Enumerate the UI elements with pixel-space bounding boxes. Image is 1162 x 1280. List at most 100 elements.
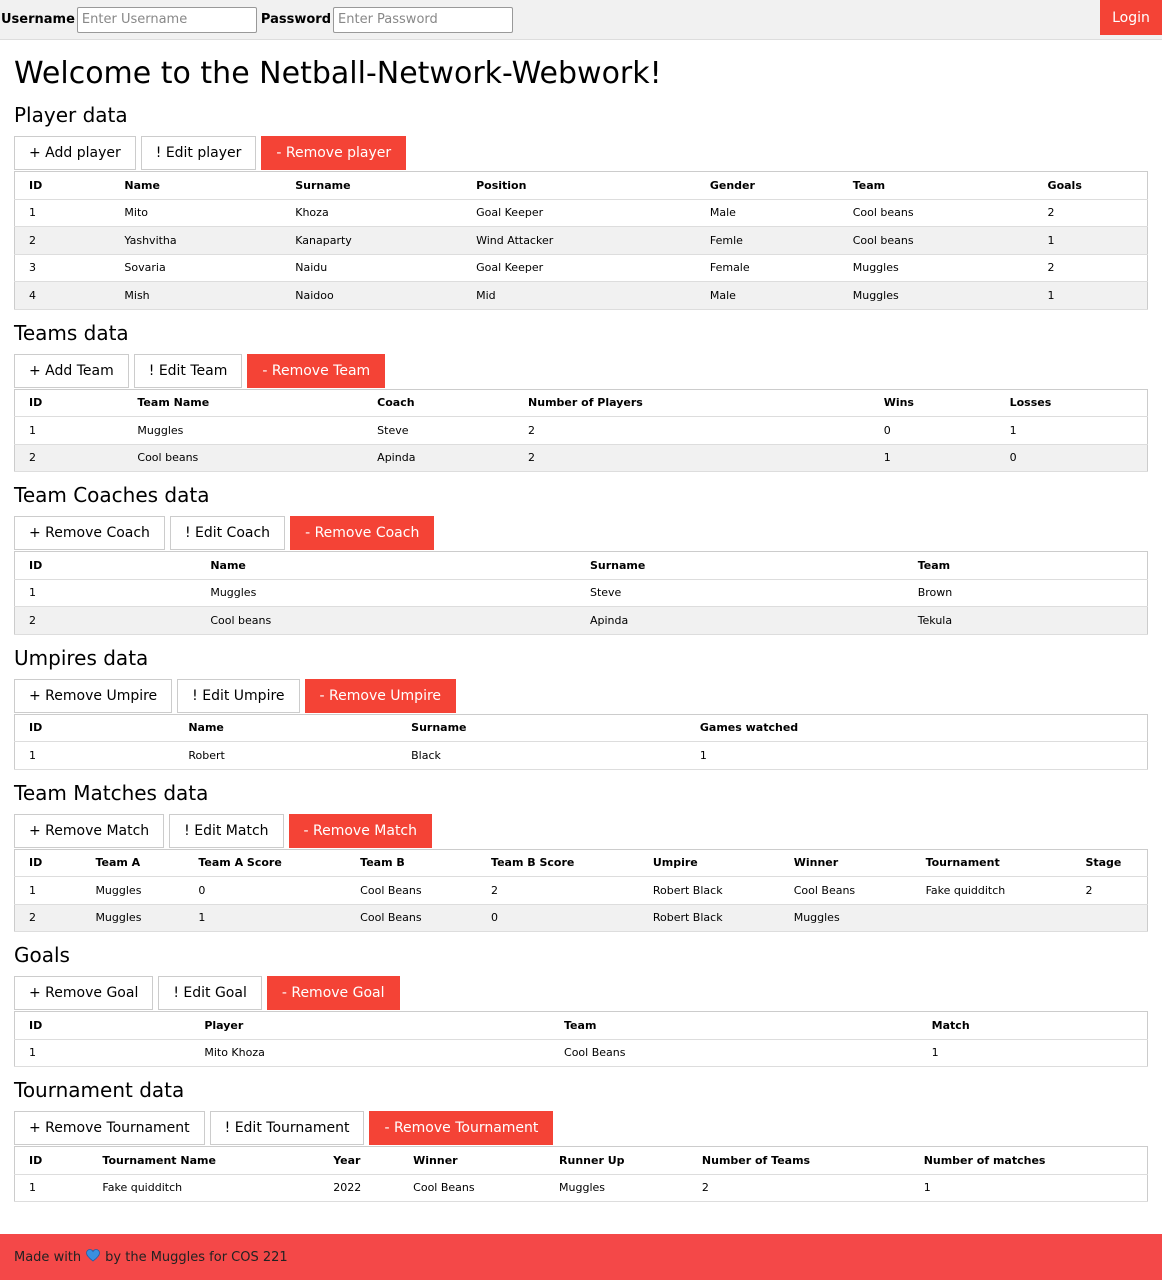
section-umpires: Umpires data + Remove Umpire! Edit Umpire… (14, 635, 1148, 770)
matches-edit-button[interactable]: ! Edit Match (169, 813, 284, 848)
tournaments-add-button[interactable]: + Remove Tournament (14, 1111, 205, 1145)
table-cell: 1 (198, 911, 206, 925)
column-header: Name (188, 721, 224, 735)
players-remove-button[interactable]: - Remove player (261, 136, 407, 170)
teams-remove-button[interactable]: - Remove Team (247, 353, 386, 388)
table-cell: Muggles (210, 586, 257, 600)
column-header: Tournament (925, 856, 1000, 870)
table-cell: Black (411, 748, 441, 762)
column-header: Team B Score (491, 856, 575, 870)
table-row[interactable]: 1 Muggles Steve Brown (14, 579, 1148, 607)
table-row[interactable]: 2 Cool beans Apinda Tekula (14, 606, 1148, 634)
tournaments-edit-button[interactable]: ! Edit Tournament (209, 1111, 365, 1145)
table-cell: 2 (491, 883, 499, 897)
table-row[interactable]: 4 Mish Naidoo Mid Male Muggles 1 (14, 281, 1148, 309)
section-header: Tournament data (14, 1067, 1148, 1103)
table-cell: 1 (29, 206, 36, 220)
section-header: Team Coaches data (14, 472, 1148, 508)
players-edit-button[interactable]: ! Edit player (140, 136, 257, 170)
table-row[interactable]: 1 Mito Khoza Cool Beans 1 (14, 1039, 1148, 1067)
password-label: Password (260, 12, 332, 27)
table-cell: Robert (188, 748, 225, 762)
table-cell: 2 (528, 451, 536, 465)
table-cell: Muggles (852, 261, 899, 275)
table-cell (912, 904, 1072, 932)
table-cell: 2 (29, 911, 36, 925)
table-row[interactable]: 3 Sovaria Naidu Goal Keeper Female Muggles 2 (14, 254, 1148, 282)
goals-remove-button[interactable]: - Remove Goal (266, 976, 400, 1010)
table-row[interactable]: 1 Muggles Steve 2 0 1 (14, 417, 1148, 444)
table-row[interactable]: 1 Muggles 0 Cool Beans 2 Robert Black Cool Bea… (14, 877, 1148, 904)
table-cell: 1 (931, 1046, 939, 1060)
table-cell (1071, 904, 1147, 932)
column-header: Tournament Name (102, 1153, 216, 1167)
umpires-edit-button[interactable]: ! Edit Umpire (177, 678, 300, 713)
table-cell: 4 (29, 288, 36, 302)
table-row[interactable]: 1 Mito Khoza Goal Keeper Male Cool beans 2 (14, 199, 1148, 227)
section-matches: Team Matches data + Remove Match! Edit Ma… (14, 770, 1148, 932)
table-cell: Steve (377, 423, 409, 437)
column-header: Number of matches (923, 1153, 1046, 1167)
table-cell: Muggles (137, 423, 184, 437)
column-header: Winner (793, 856, 839, 870)
table-header-row: ID Team Name Coach Number of Players Wins Los… (14, 389, 1148, 417)
table-cell: Muggles (852, 288, 899, 302)
table-cell: Cool Beans (564, 1046, 626, 1060)
table-cell: Steve (589, 586, 622, 600)
table-row[interactable]: 2 Yashvitha Kanaparty Wind Attacker Femle Coo… (14, 226, 1148, 254)
coaches-remove-button[interactable]: - Remove Coach (290, 516, 435, 550)
column-header: ID (29, 1018, 43, 1032)
column-header: Name (124, 178, 160, 192)
login-button[interactable]: Login (1100, 0, 1162, 35)
column-header: Coach (377, 396, 415, 410)
umpires-remove-button[interactable]: - Remove Umpire (304, 678, 457, 713)
matches-remove-button[interactable]: - Remove Match (288, 813, 432, 848)
action-buttons: + Add Team! Edit Team - Remove Team (14, 353, 1148, 388)
section-title: Goals (14, 943, 70, 967)
column-header: Team A (95, 856, 141, 870)
teams-edit-button[interactable]: ! Edit Team (133, 353, 243, 388)
goals-table: ID Player Team Match 1 Mito Khoza Cool Beans 1 (14, 1011, 1148, 1067)
column-header: ID (29, 721, 43, 735)
column-header: Position (476, 178, 527, 192)
teams-table: ID Team Name Coach Number of Players Wins Los… (14, 388, 1148, 472)
table-cell: Robert Black (652, 883, 723, 897)
section-teams: Teams data + Add Team! Edit Team - Remove … (14, 310, 1148, 472)
table-cell: Goal Keeper (476, 261, 544, 275)
table-cell: 1 (699, 748, 707, 762)
table-row[interactable]: 1 Fake quidditch 2022 Cool Beans Muggles 2 1 (14, 1174, 1148, 1202)
table-cell: Male (709, 206, 736, 220)
table-cell: 0 (883, 423, 891, 437)
table-cell: Mid (476, 288, 496, 302)
table-cell: 3 (29, 261, 36, 275)
column-header: Number of Players (528, 396, 643, 410)
matches-add-button[interactable]: + Remove Match (14, 813, 165, 848)
section-coaches: Team Coaches data + Remove Coach! Edit Co… (14, 472, 1148, 635)
table-cell: Cool Beans (413, 1181, 475, 1195)
table-cell: 2 (1047, 206, 1055, 220)
goals-add-button[interactable]: + Remove Goal (14, 976, 154, 1010)
teams-add-button[interactable]: + Add Team (14, 353, 129, 388)
password-input[interactable] (333, 6, 514, 33)
table-header-row: ID Name Surname Games watched (14, 714, 1148, 742)
table-cell: 2 (701, 1181, 709, 1195)
table-cell: Naidoo (295, 288, 334, 302)
table-row[interactable]: 1 Robert Black 1 (14, 742, 1148, 769)
coaches-add-button[interactable]: + Remove Coach (14, 516, 165, 550)
username-input[interactable] (76, 6, 257, 33)
table-row[interactable]: 2 Cool beans Apinda 2 1 0 (14, 444, 1148, 472)
coaches-table: ID Name Surname Team 1 Muggles Steve Brown 2 Cool… (14, 551, 1148, 635)
players-add-button[interactable]: + Add player (14, 136, 136, 170)
goals-edit-button[interactable]: ! Edit Goal (158, 976, 262, 1010)
column-header: Winner (413, 1153, 458, 1167)
umpires-table: ID Name Surname Games watched 1 Robert Black 1 (14, 713, 1148, 770)
table-cell: 1 (883, 451, 891, 465)
umpires-add-button[interactable]: + Remove Umpire (14, 678, 173, 713)
login-bar: Username Password Login (0, 0, 1162, 40)
tournaments-remove-button[interactable]: - Remove Tournament (369, 1111, 554, 1145)
table-cell: Cool beans (852, 233, 914, 247)
table-row[interactable]: 2 Muggles 1 Cool Beans 0 Robert Black Muggles (14, 904, 1148, 932)
table-cell: Muggles (95, 883, 142, 897)
coaches-edit-button[interactable]: ! Edit Coach (169, 516, 286, 550)
table-cell: Naidu (295, 261, 328, 275)
